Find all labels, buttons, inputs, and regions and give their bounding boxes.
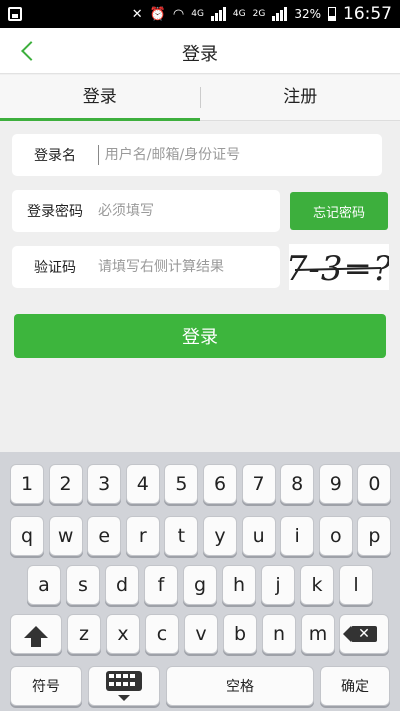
key-t[interactable]: t: [164, 516, 199, 556]
key-h[interactable]: h: [222, 565, 256, 605]
tab-register[interactable]: 注册: [201, 75, 400, 120]
gallery-notification-icon: [8, 7, 22, 21]
network-label-1: 4G: [191, 9, 204, 19]
space-key[interactable]: 空格: [166, 666, 314, 706]
key-s[interactable]: s: [66, 565, 100, 605]
account-input[interactable]: [104, 147, 382, 163]
key-5[interactable]: 5: [164, 464, 199, 504]
captcha-label: 验证码: [34, 260, 76, 276]
status-bar: ✕ ⏰ ◠ 4G 4G 2G 32% 16:57: [0, 0, 400, 28]
key-g[interactable]: g: [183, 565, 217, 605]
key-4[interactable]: 4: [125, 464, 160, 504]
key-9[interactable]: 9: [318, 464, 353, 504]
password-input[interactable]: [98, 203, 280, 219]
forgot-password-button[interactable]: 忘记密码: [290, 192, 388, 230]
login-form: 登录名 登录密码 忘记密码 验证码 7-3=? 登录: [0, 122, 400, 452]
battery-icon: [328, 7, 336, 21]
captcha-input[interactable]: [98, 259, 280, 275]
password-label: 登录密码: [27, 204, 83, 220]
keyboard-hide-icon: [106, 671, 142, 701]
account-label: 登录名: [34, 148, 76, 164]
key-q[interactable]: q: [10, 516, 44, 556]
clock: 16:57: [343, 4, 392, 24]
key-l[interactable]: l: [339, 565, 373, 605]
signal-1-icon: [210, 7, 226, 21]
soft-keyboard: 1234567890 qwertyuiop asdfghjkl zxcvbnm ✕ 符…: [0, 452, 400, 711]
key-a[interactable]: a: [27, 565, 61, 605]
key-e[interactable]: e: [87, 516, 122, 556]
key-n[interactable]: n: [262, 614, 296, 654]
account-field[interactable]: 登录名: [12, 134, 382, 176]
key-2[interactable]: 2: [48, 464, 83, 504]
mute-icon: ✕: [131, 6, 143, 22]
tab-bar: 登录 注册: [0, 75, 400, 121]
confirm-key[interactable]: 确定: [320, 666, 390, 706]
text-cursor: [98, 145, 99, 165]
login-button[interactable]: 登录: [14, 314, 386, 358]
shift-key[interactable]: [10, 614, 62, 654]
network-label-2: 4G: [232, 9, 246, 19]
key-m[interactable]: m: [301, 614, 335, 654]
key-o[interactable]: o: [318, 516, 353, 556]
key-3[interactable]: 3: [87, 464, 122, 504]
key-7[interactable]: 7: [241, 464, 276, 504]
key-b[interactable]: b: [223, 614, 257, 654]
key-1[interactable]: 1: [10, 464, 44, 504]
key-j[interactable]: j: [261, 565, 295, 605]
key-z[interactable]: z: [67, 614, 101, 654]
tab-login[interactable]: 登录: [0, 75, 200, 121]
alarm-icon: ⏰: [149, 6, 166, 22]
key-p[interactable]: p: [357, 516, 392, 556]
battery-percent: 32%: [294, 7, 321, 21]
key-c[interactable]: c: [145, 614, 179, 654]
signal-2-icon: [272, 7, 288, 21]
key-d[interactable]: d: [105, 565, 139, 605]
symbols-key[interactable]: 符号: [10, 666, 82, 706]
captcha-field[interactable]: 验证码: [12, 246, 280, 288]
shift-arrow-icon: [24, 622, 48, 647]
key-v[interactable]: v: [184, 614, 218, 654]
key-f[interactable]: f: [144, 565, 178, 605]
key-w[interactable]: w: [48, 516, 83, 556]
key-u[interactable]: u: [241, 516, 276, 556]
app-header: 登录: [0, 28, 400, 74]
key-r[interactable]: r: [125, 516, 160, 556]
key-k[interactable]: k: [300, 565, 334, 605]
network-label-3: 2G: [252, 9, 266, 19]
key-6[interactable]: 6: [203, 464, 237, 504]
backspace-icon: ✕: [343, 626, 377, 642]
key-8[interactable]: 8: [280, 464, 315, 504]
key-0[interactable]: 0: [357, 464, 392, 504]
captcha-svg: 7-3=?: [289, 249, 389, 289]
password-field[interactable]: 登录密码: [12, 190, 280, 232]
captcha-image[interactable]: 7-3=?: [289, 244, 389, 290]
key-x[interactable]: x: [106, 614, 140, 654]
hide-keyboard-key[interactable]: [88, 666, 160, 706]
delete-key[interactable]: ✕: [339, 614, 389, 654]
key-i[interactable]: i: [280, 516, 315, 556]
wifi-icon: ◠: [172, 6, 185, 22]
page-title: 登录: [182, 44, 218, 65]
key-y[interactable]: y: [203, 516, 237, 556]
